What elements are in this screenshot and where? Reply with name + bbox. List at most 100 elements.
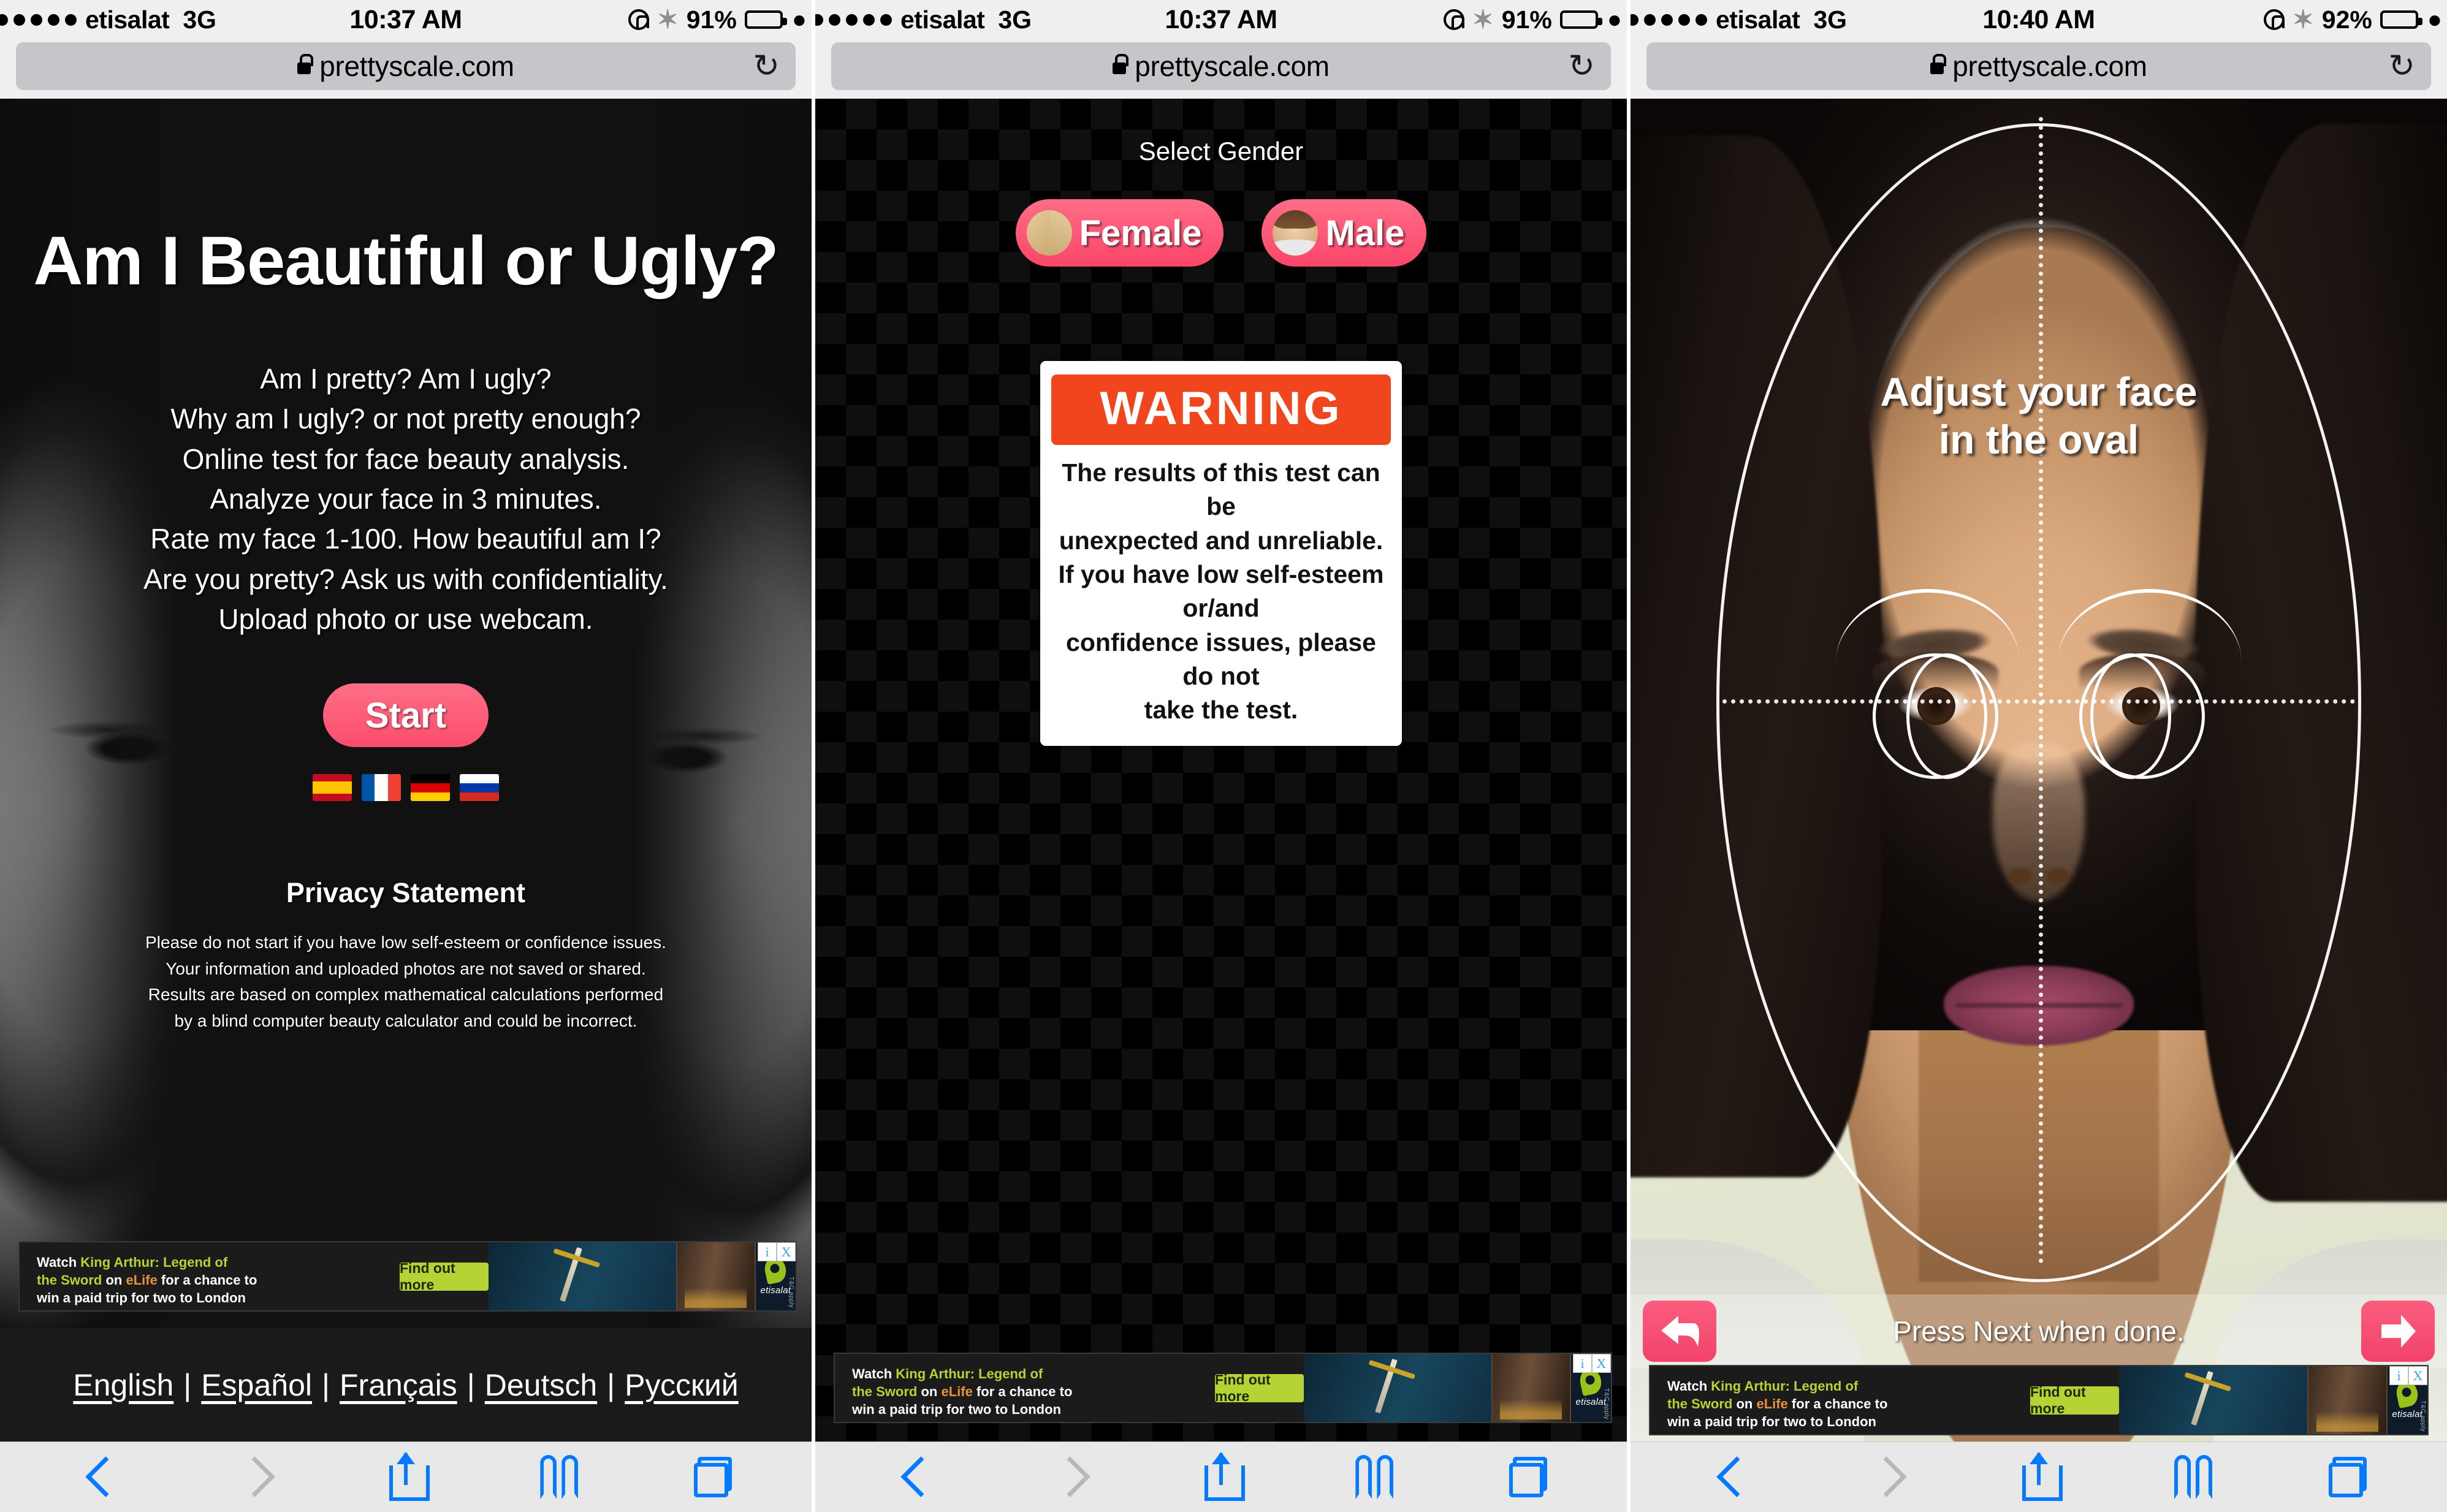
start-button[interactable]: Start xyxy=(323,683,489,748)
back-arrow-button[interactable] xyxy=(1643,1301,1716,1362)
status-right-2: ✶ 91% ● xyxy=(1443,6,1622,34)
phone-screen-1: etisalat 3G 10:37 AM ✶ 91% ● prettyscale… xyxy=(0,0,815,1512)
germany-flag-icon[interactable] xyxy=(411,774,450,802)
language-link-deutsch[interactable]: Deutsch xyxy=(485,1367,597,1403)
ad-close-icon[interactable]: X xyxy=(2408,1366,2427,1385)
ad-info-icon[interactable]: i xyxy=(1573,1354,1592,1373)
nostril-left xyxy=(2008,868,2031,884)
ad-line1-highlight: King Arthur: Legend of xyxy=(896,1366,1043,1381)
forward-chevron-icon xyxy=(1058,1459,1078,1495)
privacy-line: by a blind computer beauty calculator an… xyxy=(174,1011,637,1030)
ad-line2-highlight: the Sword xyxy=(852,1383,918,1399)
share-button[interactable] xyxy=(1191,1449,1251,1505)
ad-cta-button[interactable]: Find out more xyxy=(400,1260,489,1293)
bookmarks-button[interactable] xyxy=(1344,1449,1404,1505)
language-link-russian[interactable]: Русский xyxy=(625,1367,739,1403)
ad-artwork: etisalat T&C apply i X xyxy=(1304,1354,1611,1422)
select-gender-label: Select Gender xyxy=(1138,137,1304,165)
language-link-francais[interactable]: Français xyxy=(340,1367,457,1403)
ad-banner[interactable]: Watch King Arthur: Legend of the Sword o… xyxy=(834,1353,1612,1423)
battery-icon xyxy=(1559,10,1602,29)
ad-text: Watch King Arthur: Legend of the Sword o… xyxy=(20,1242,394,1310)
battery-percent-label: 91% xyxy=(686,5,737,34)
sword-icon xyxy=(560,1247,583,1302)
bookmarks-button[interactable] xyxy=(2163,1449,2223,1505)
language-link-espanol[interactable]: Español xyxy=(201,1367,312,1403)
bookmarks-icon xyxy=(540,1455,579,1499)
ad-info-icon[interactable]: i xyxy=(758,1242,777,1261)
warning-line: If you have low self-esteem or/and xyxy=(1058,560,1384,623)
ad-line2-rest: for a chance to xyxy=(1787,1396,1888,1411)
male-button-label: Male xyxy=(1325,213,1405,253)
reload-icon[interactable]: ↻ xyxy=(2388,50,2415,82)
back-button[interactable] xyxy=(69,1449,129,1505)
sword-icon xyxy=(2190,1370,2213,1426)
tabs-button[interactable] xyxy=(1498,1449,1558,1505)
address-bar-3[interactable]: prettyscale.com ↻ xyxy=(1646,42,2431,90)
status-bar-1: etisalat 3G 10:37 AM ✶ 91% ● xyxy=(0,0,812,39)
ad-banner[interactable]: Watch King Arthur: Legend of the Sword o… xyxy=(18,1241,797,1312)
reload-icon[interactable]: ↻ xyxy=(1568,50,1595,82)
forward-chevron-icon xyxy=(1874,1459,1894,1495)
charging-plug-icon: ● xyxy=(1607,6,1622,33)
russia-flag-icon[interactable] xyxy=(460,774,499,802)
description-line: Why am I ugly? or not pretty enough? xyxy=(170,403,641,435)
gender-select-content: Select Gender Female Male WARNING The re… xyxy=(815,99,1627,1442)
share-button[interactable] xyxy=(2009,1449,2069,1505)
adjust-instruction: Adjust your face in the oval xyxy=(1631,368,2447,464)
face-photo xyxy=(1631,99,2447,1442)
ad-poster-image xyxy=(2307,1366,2388,1434)
address-bar-2[interactable]: prettyscale.com ↻ xyxy=(831,42,1611,90)
ad-line3: win a paid trip for two to London xyxy=(1667,1414,1876,1430)
description-line: Upload photo or use webcam. xyxy=(218,602,593,635)
ad-cta-button[interactable]: Find out more xyxy=(1215,1372,1304,1404)
rotation-lock-icon xyxy=(2263,9,2285,30)
forward-button[interactable] xyxy=(1038,1449,1098,1505)
ad-line3: win a paid trip for two to London xyxy=(37,1290,246,1306)
back-arrow-icon xyxy=(1661,1316,1699,1347)
forward-button[interactable] xyxy=(1854,1449,1914,1505)
language-link-english[interactable]: English xyxy=(73,1367,173,1403)
female-button-label: Female xyxy=(1079,213,1202,253)
language-separator: | xyxy=(183,1367,192,1402)
bookmarks-icon xyxy=(1355,1455,1394,1499)
phone-screen-3: etisalat 3G 10:40 AM ✶ 92% ● prettyscale… xyxy=(1631,0,2447,1512)
url-label: prettyscale.com xyxy=(1952,50,2147,82)
description-line: Rate my face 1-100. How beautiful am I? xyxy=(150,523,661,555)
bookmarks-button[interactable] xyxy=(529,1449,589,1505)
next-instruction-bar: Press Next when done. xyxy=(1631,1294,2447,1368)
warning-heading: WARNING xyxy=(1051,374,1391,445)
iris-right xyxy=(2122,687,2160,725)
battery-icon xyxy=(744,10,787,29)
reload-icon[interactable]: ↻ xyxy=(753,50,780,82)
forward-button[interactable] xyxy=(223,1449,283,1505)
ad-poster-image xyxy=(675,1242,756,1310)
share-button[interactable] xyxy=(376,1449,436,1505)
tabs-icon xyxy=(1509,1457,1547,1497)
url-bar-container-1: prettyscale.com ↻ xyxy=(0,39,812,99)
address-bar-1[interactable]: prettyscale.com ↻ xyxy=(16,42,796,90)
ad-info-icon[interactable]: i xyxy=(2389,1366,2408,1385)
spain-flag-icon[interactable] xyxy=(313,774,352,802)
ad-close-icon[interactable]: X xyxy=(1592,1354,1611,1373)
tabs-button[interactable] xyxy=(2318,1449,2378,1505)
back-button[interactable] xyxy=(1700,1449,1760,1505)
warning-line: unexpected and unreliable. xyxy=(1059,526,1383,555)
ad-line2-highlight: the Sword xyxy=(37,1272,102,1288)
france-flag-icon[interactable] xyxy=(362,774,401,802)
ad-banner[interactable]: Watch King Arthur: Legend of the Sword o… xyxy=(1649,1365,2429,1435)
ad-close-icon[interactable]: X xyxy=(777,1242,796,1261)
ad-cta-button[interactable]: Find out more xyxy=(2030,1384,2119,1416)
tabs-button[interactable] xyxy=(683,1449,743,1505)
female-button[interactable]: Female xyxy=(1015,199,1224,267)
ad-controls[interactable]: i X xyxy=(758,1242,796,1261)
next-arrow-button[interactable] xyxy=(2361,1301,2435,1362)
ad-controls[interactable]: i X xyxy=(1573,1354,1611,1373)
back-button[interactable] xyxy=(884,1449,944,1505)
ad-controls[interactable]: i X xyxy=(2389,1366,2427,1385)
safari-toolbar-3 xyxy=(1631,1442,2447,1512)
webpage-viewport-1: Am I Beautiful or Ugly? Am I pretty? Am … xyxy=(0,99,812,1442)
ad-line1-plain: Watch xyxy=(37,1254,81,1270)
ad-poster-image xyxy=(1491,1354,1571,1422)
male-button[interactable]: Male xyxy=(1262,199,1427,267)
